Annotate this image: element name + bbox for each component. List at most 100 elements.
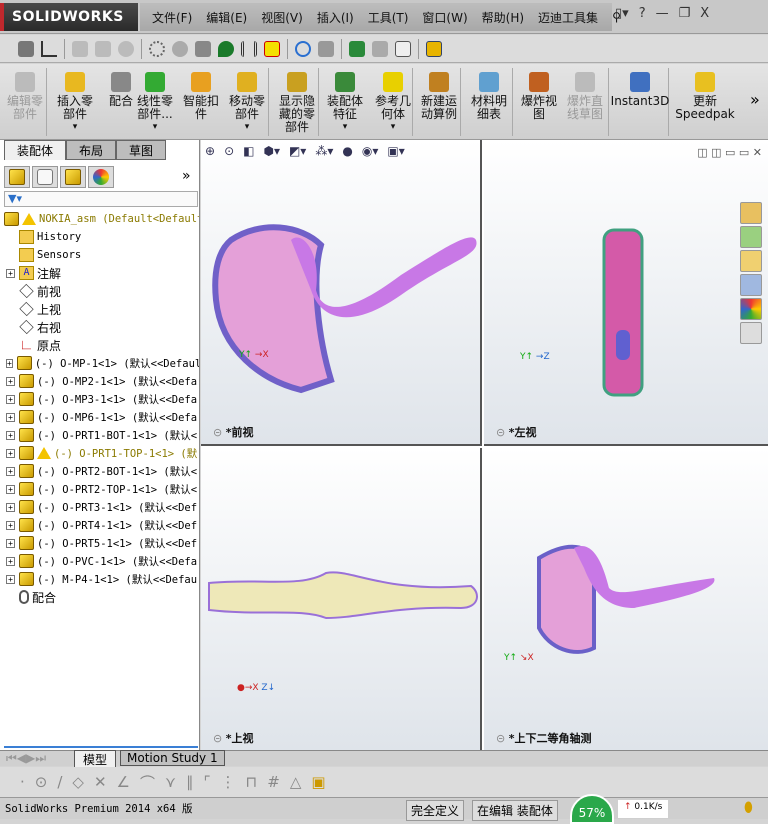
dropdown-arrow-icon[interactable]: ▾ [322,121,368,134]
expand-toggle[interactable]: + [6,268,15,278]
view-settings-icon[interactable]: ▣▾ [387,144,404,158]
dimension-icon[interactable]: ⊓ [246,773,258,791]
location-pin-icon[interactable] [218,40,234,57]
tree-item[interactable]: + (-) O-PRT4-1<1> (默认<<Def [0,516,199,534]
cmd-button[interactable]: 线性零 部件... ▾ [132,66,178,134]
more-commands-button[interactable]: » [750,90,760,109]
cmd-button[interactable]: 移动零 部件 ▾ [224,66,270,134]
tree-item[interactable]: History [0,228,199,246]
tree-item[interactable]: + (-) O-PRT5-1<1> (默认<<Def [0,534,199,552]
tab-motion-study[interactable]: Motion Study 1 [120,750,225,766]
new-document-icon[interactable]: ▯▾ [615,6,629,21]
chamfer-icon[interactable]: ⋎ [165,773,176,791]
menu-item[interactable]: 文件(F) [152,9,192,26]
cmd-button[interactable]: 显示隐 藏的零 部件 [274,66,320,134]
gear-icon[interactable] [149,40,165,57]
expand-toggle[interactable]: + [6,502,15,512]
expand-toggle[interactable]: + [6,358,13,368]
cmd-button[interactable]: 参考几 何体 ▾ [370,66,416,134]
menu-item[interactable]: 迈迪工具集 [538,9,598,26]
gear2-icon[interactable] [172,40,188,57]
scene-icon[interactable]: ◉▾ [362,144,379,158]
performance-badge[interactable]: 57% [570,794,614,824]
tree-item[interactable]: + (-) O-PRT2-BOT-1<1> (默认< [0,462,199,480]
tree-item[interactable]: + (-) O-PRT2-TOP-1<1> (默认< [0,480,199,498]
viewport-front[interactable]: Y↑ →X *前视 ⊕ ⊙ ◧ ⬢▾ ◩▾ ⁂▾ ● ◉▾ ▣▾ [201,140,482,446]
expand-toggle[interactable]: + [6,430,15,440]
cmd-button[interactable]: 爆炸视 图 [516,66,562,121]
grid-icon[interactable]: # [267,773,280,791]
menu-item[interactable]: 窗口(W) [422,9,467,26]
design-library-icon[interactable] [740,226,762,248]
expand-toggle[interactable]: + [6,574,15,584]
hide-show-icon[interactable]: ⁂▾ [315,144,333,158]
cmd-button[interactable]: 编辑零 部件 [2,66,48,121]
tree-item[interactable]: + (-) O-MP-1<1> (默认<<Default [0,354,199,372]
cross-part-icon[interactable] [264,40,280,57]
dropdown-arrow-icon[interactable]: ▾ [224,121,270,134]
menu-item[interactable]: 视图(V) [261,9,303,26]
tree-item[interactable]: Sensors [0,246,199,264]
expand-toggle[interactable]: + [6,448,15,458]
expand-toggle[interactable]: + [6,484,15,494]
appearance-icon[interactable]: ● [342,144,352,158]
rotate-icon[interactable] [118,40,134,57]
graphics-area[interactable]: Y↑ →X *前视 ⊕ ⊙ ◧ ⬢▾ ◩▾ ⁂▾ ● ◉▾ ▣▾ ◫ ◫ ▭ ▭ ✕ Y↑ →Z… [201,140,768,750]
tree-item[interactable]: + A 注解 [0,264,199,282]
corner-icon[interactable]: ⌜ [204,773,211,791]
point-icon[interactable]: · [20,773,25,791]
bucket-icon[interactable] [195,40,211,57]
minimize-button[interactable]: — [656,6,669,21]
line-icon[interactable]: / [57,773,62,791]
expand-toggle[interactable]: + [6,376,15,386]
help-button[interactable]: ? [639,6,646,21]
tree-item[interactable]: + (-) O-PRT1-BOT-1<1> (默认< [0,426,199,444]
tree-item[interactable]: 前视 [0,282,199,300]
viewport-left[interactable]: ◫ ◫ ▭ ▭ ✕ Y↑ →Z *左视 [484,140,768,446]
zoom-area-icon[interactable]: ⊙ [224,144,234,158]
feature-manager-tab[interactable] [4,166,30,188]
close-button[interactable]: X [700,6,709,21]
tree-item[interactable]: + (-) M-P4-1<1> (默认<<Defau [0,570,199,588]
cmd-button[interactable]: 更新 Speedpak [672,66,738,121]
section-view-icon[interactable]: ◧ [243,144,254,158]
parts-icon[interactable] [95,40,111,57]
expand-toggle[interactable]: + [6,412,15,422]
cmd-button[interactable]: 智能扣 件 [178,66,224,121]
angle-icon[interactable] [41,40,57,57]
excel-icon[interactable] [349,40,365,57]
cmd-button[interactable]: 新建运 动算例 [416,66,462,121]
dropdown-arrow-icon[interactable]: ▾ [52,121,98,134]
menu-item[interactable]: 工具(T) [368,9,409,26]
cmd-button[interactable]: 装配体 特征 ▾ [322,66,368,134]
restore-button[interactable]: ❐ [679,6,691,21]
tab-layout[interactable]: 布局 [66,140,117,160]
tree-item[interactable]: + (-) O-PVC-1<1> (默认<<Defa [0,552,199,570]
expand-panel-button[interactable]: » [182,168,191,184]
angle-icon[interactable]: ∠ [117,773,130,791]
rebuild-icon[interactable]: ⬮ [744,800,753,816]
dropdown-arrow-icon[interactable]: ▾ [370,121,416,134]
circle-icon[interactable]: ⊙ [35,773,48,791]
tree-item[interactable]: + (-) O-MP3-1<1> (默认<<Defa [0,390,199,408]
cmd-button[interactable]: 插入零 部件 ▾ [52,66,98,134]
measure-icon[interactable]: ▣ [311,773,325,791]
property-manager-tab[interactable] [32,166,58,188]
display-style-icon[interactable]: ◩▾ [289,144,306,158]
spring-icon[interactable] [241,40,257,57]
expand-toggle[interactable]: + [6,520,15,530]
expand-toggle[interactable]: + [6,556,15,566]
menu-item[interactable]: 帮助(H) [482,9,524,26]
magnifier-icon[interactable] [295,40,311,57]
menu-item[interactable]: 编辑(E) [206,9,247,26]
tab-scroll-arrows[interactable]: ⏮◀▶⏭ [6,751,46,766]
cmd-button[interactable]: 材料明 细表 [466,66,512,121]
angle-dimension-icon[interactable]: △ [290,773,302,791]
cmd-button[interactable]: Instant3D [610,66,670,108]
viewport-window-controls[interactable]: ◫ ◫ ▭ ▭ ✕ [697,146,762,159]
zoom-to-fit-icon[interactable]: ⊕ [205,144,215,158]
view-palette-icon[interactable] [740,274,762,296]
tree-item[interactable]: 右视 [0,318,199,336]
tab-assembly[interactable]: 装配体 [4,140,67,160]
solidworks-logo[interactable]: SOLIDWORKS [0,3,138,31]
